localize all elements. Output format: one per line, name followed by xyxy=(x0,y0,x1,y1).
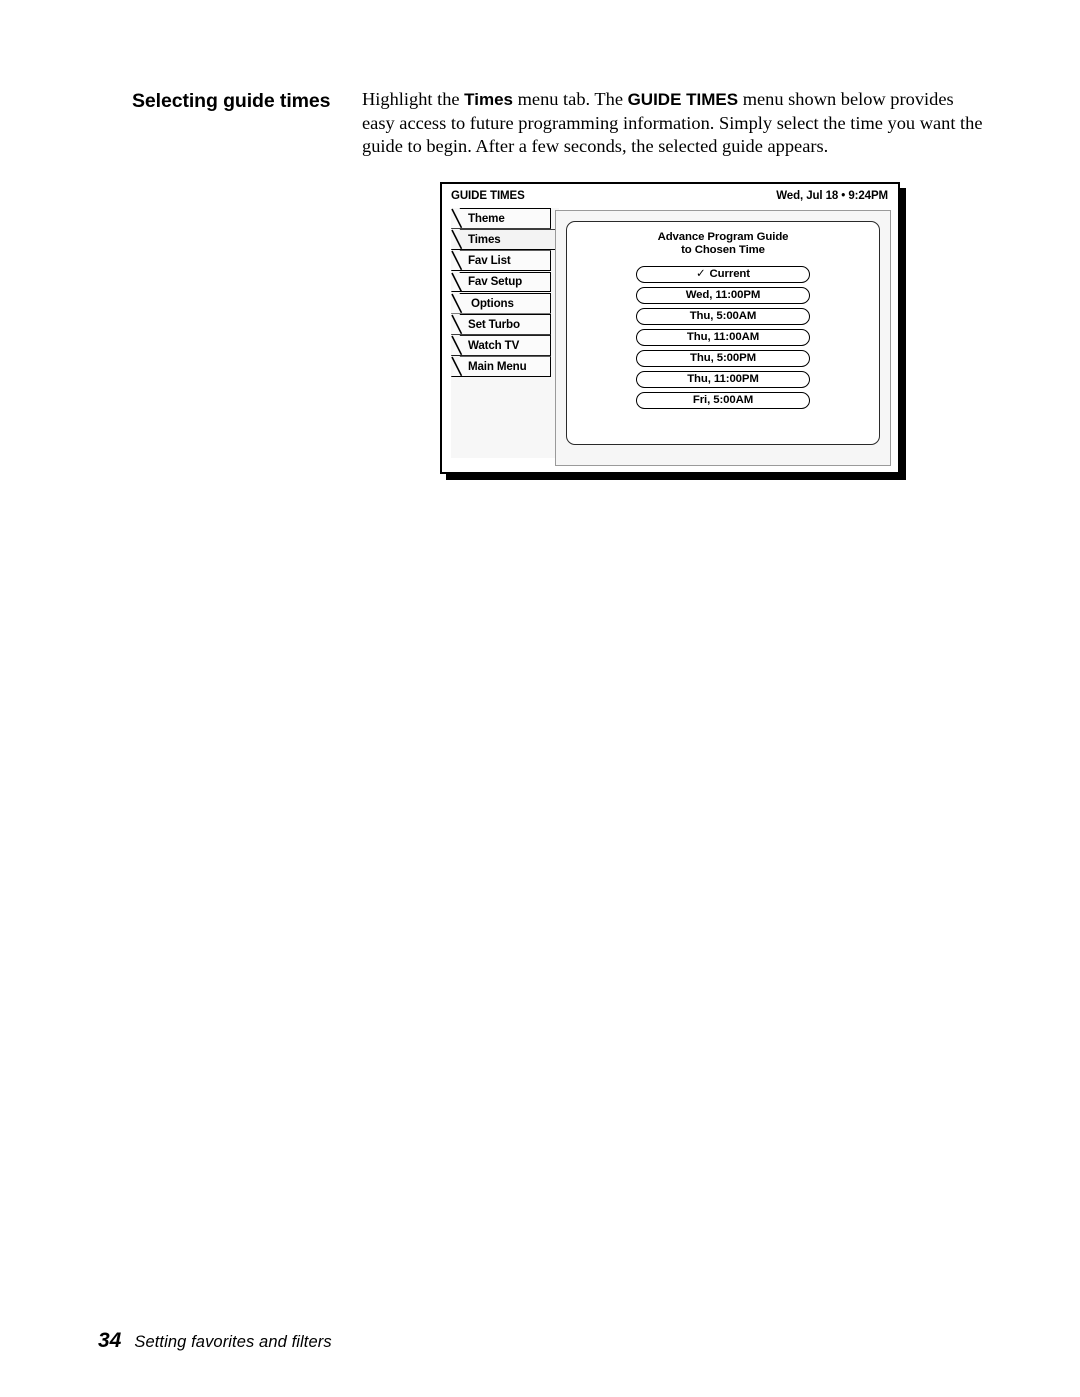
time-option-button[interactable]: Thu, 11:00AM xyxy=(636,328,810,346)
page-footer: 34 Setting favorites and filters xyxy=(98,1329,332,1353)
menu-tab-column: Theme Times Fav List Fav Setup Options Set Tu… xyxy=(451,208,563,458)
time-option-label: Wed, 11:00PM xyxy=(685,289,761,302)
menu-tab-fav-setup[interactable]: Fav Setup xyxy=(451,271,551,293)
time-option-button[interactable]: Thu, 11:00PM xyxy=(636,370,810,388)
advance-guide-card: Advance Program Guide to Chosen Time ✓ Cu… xyxy=(566,221,880,445)
time-option-button[interactable]: Thu, 5:00AM xyxy=(636,307,810,325)
body-run-0: Highlight the xyxy=(362,89,465,109)
menu-tab-label: Fav Setup xyxy=(468,275,523,289)
menu-tab-label: Fav List xyxy=(468,254,511,268)
body-run-3: GUIDE TIMES xyxy=(627,90,739,109)
guide-times-screen-figure: GUIDE TIMES Wed, Jul 18 • 9:24PM Theme Ti… xyxy=(440,182,906,480)
page-number: 34 xyxy=(98,1329,122,1352)
menu-tab-watch-tv[interactable]: Watch TV xyxy=(451,335,551,356)
tv-screen: GUIDE TIMES Wed, Jul 18 • 9:24PM Theme Ti… xyxy=(440,182,900,474)
time-option-label: Current xyxy=(709,268,751,281)
card-title: Advance Program Guide to Chosen Time xyxy=(567,231,879,258)
time-option-label: Fri, 5:00AM xyxy=(692,394,754,407)
time-option-label: Thu, 11:00AM xyxy=(686,331,760,344)
menu-tab-label: Theme xyxy=(468,211,505,225)
time-option-label: Thu, 11:00PM xyxy=(687,373,759,386)
running-head: Setting favorites and filters xyxy=(134,1333,332,1351)
time-option-button[interactable]: Thu, 5:00PM xyxy=(636,349,810,367)
clock-display: Wed, Jul 18 • 9:24PM xyxy=(776,190,888,202)
body-text-run: Highlight the Times menu tab. The GUIDE … xyxy=(362,89,983,156)
time-option-button[interactable]: ✓ Current xyxy=(636,265,810,283)
menu-tab-times[interactable]: Times xyxy=(451,229,563,250)
screen-title: GUIDE TIMES xyxy=(451,190,525,202)
menu-tab-label: Main Menu xyxy=(468,360,527,374)
body-run-1: Times xyxy=(464,90,513,109)
menu-tab-label: Watch TV xyxy=(468,339,520,353)
card-title-line-2: to Chosen Time xyxy=(681,244,765,257)
menu-tab-fav-list[interactable]: Fav List xyxy=(451,250,551,272)
menu-tab-label: Set Turbo xyxy=(468,317,520,331)
card-title-line-1: Advance Program Guide xyxy=(657,231,789,243)
menu-tab-theme[interactable]: Theme xyxy=(451,208,551,229)
body-paragraph: Highlight the Times menu tab. The GUIDE … xyxy=(362,88,990,159)
time-option-list: ✓ Current Wed, 11:00PM Thu, 5:00AM Thu, 11:0… xyxy=(567,265,879,409)
checkmark-icon: ✓ xyxy=(696,267,706,280)
menu-tab-options[interactable]: Options xyxy=(451,292,551,314)
menu-tab-label: Options xyxy=(471,296,514,310)
screen-header: GUIDE TIMES Wed, Jul 18 • 9:24PM xyxy=(442,184,898,208)
menu-tab-label: Times xyxy=(468,233,501,247)
time-option-button[interactable]: Fri, 5:00AM xyxy=(636,391,810,409)
body-run-2: menu tab. The xyxy=(513,89,628,109)
menu-tab-main-menu[interactable]: Main Menu xyxy=(451,356,551,378)
page-title: Selecting guide times xyxy=(132,90,331,112)
guide-times-panel: Advance Program Guide to Chosen Time ✓ Cu… xyxy=(555,210,891,466)
time-option-label: Thu, 5:00AM xyxy=(689,310,757,323)
menu-tab-set-turbo[interactable]: Set Turbo xyxy=(451,313,551,335)
time-option-label: Thu, 5:00PM xyxy=(690,352,756,365)
time-option-button[interactable]: Wed, 11:00PM xyxy=(636,286,810,304)
